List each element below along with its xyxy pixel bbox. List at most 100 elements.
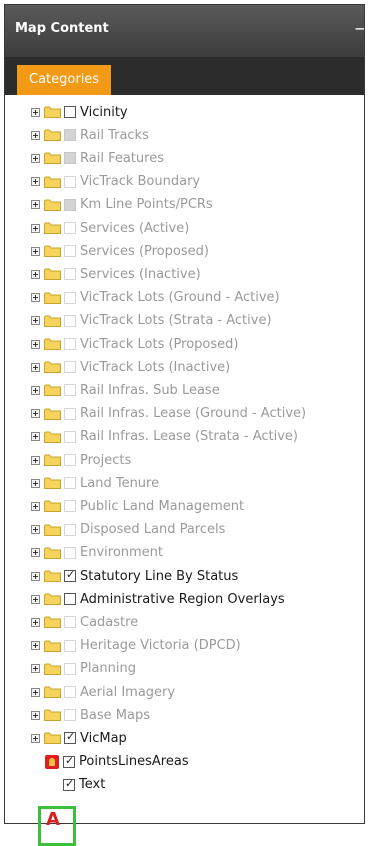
tab-categories[interactable]: Categories (17, 65, 112, 95)
tree-row: Disposed Land Parcels (15, 519, 225, 541)
layer-checkbox[interactable] (64, 338, 76, 350)
expand-icon[interactable] (31, 316, 40, 326)
tree-row: Environment (15, 542, 163, 564)
layer-checkbox[interactable] (64, 523, 76, 536)
layer-checkbox[interactable] (64, 568, 76, 582)
tree-row: VicTrack Lots (Ground - Active) (15, 287, 280, 309)
expand-icon[interactable] (31, 339, 40, 349)
layer-checkbox[interactable] (64, 314, 76, 327)
layer-checkbox[interactable] (64, 129, 76, 142)
layer-label: PointsLinesAreas (79, 754, 189, 770)
expand-icon[interactable] (31, 594, 40, 604)
layer-checkbox[interactable] (64, 454, 76, 466)
layer-label: Services (Proposed) (80, 243, 209, 259)
layer-checkbox[interactable] (64, 291, 76, 304)
layer-checkbox[interactable] (64, 361, 76, 374)
expand-icon[interactable] (31, 432, 40, 442)
expand-icon[interactable] (31, 130, 40, 140)
layer-checkbox[interactable] (64, 384, 76, 397)
folder-icon (44, 477, 61, 490)
tree-row: Rail Features (15, 147, 164, 169)
layer-label: Environment (80, 545, 164, 561)
expand-icon[interactable] (31, 200, 40, 210)
layer-checkbox[interactable] (64, 407, 76, 420)
tree-row: Base Maps (15, 704, 150, 726)
layer-checkbox[interactable] (64, 152, 76, 165)
expand-icon[interactable] (31, 153, 40, 163)
layer-label: Cadastre (80, 614, 139, 630)
layer-checkbox[interactable] (64, 430, 76, 443)
layer-label: Vicinity (80, 104, 128, 120)
layer-checkbox[interactable] (64, 709, 76, 722)
folder-icon (44, 315, 61, 327)
layer-checkbox[interactable] (64, 662, 76, 675)
expand-icon[interactable] (31, 548, 40, 558)
expand-icon[interactable] (31, 107, 40, 117)
tree-row: Cadastre (15, 611, 138, 633)
layer-checkbox[interactable] (64, 593, 76, 606)
layer-label: Rail Infras. Lease (Strata - Active) (80, 429, 298, 445)
expand-icon[interactable] (31, 501, 40, 511)
layer-label: Public Land Management (80, 498, 245, 514)
expand-icon[interactable] (31, 525, 40, 535)
layer-label: VicTrack Lots (Inactive) (80, 359, 231, 375)
folder-icon (44, 593, 61, 606)
folder-icon (44, 709, 61, 722)
expand-icon[interactable] (31, 223, 40, 233)
layer-checkbox[interactable] (64, 616, 76, 629)
layer-checkbox[interactable] (64, 198, 76, 211)
expand-icon[interactable] (31, 246, 40, 256)
layer-checkbox[interactable] (64, 106, 76, 118)
expand-icon[interactable] (31, 269, 40, 279)
layer-checkbox[interactable] (64, 268, 76, 281)
tree-row: VicTrack Lots (Strata - Active) (15, 310, 272, 332)
folder-icon (44, 640, 61, 652)
layer-label: Services (Active) (80, 220, 190, 236)
layer-checkbox[interactable] (64, 245, 76, 258)
tree-row: Rail Infras. Lease (Ground - Active) (15, 403, 306, 425)
layer-checkbox[interactable] (63, 777, 75, 791)
layer-checkbox[interactable] (64, 500, 76, 513)
layer-checkbox[interactable] (64, 730, 76, 745)
layer-label: Services (Inactive) (80, 266, 201, 282)
expand-icon[interactable] (31, 409, 40, 419)
layer-checkbox[interactable] (64, 222, 76, 234)
layer-checkbox[interactable] (64, 477, 76, 490)
layer-label: Land Tenure (80, 475, 160, 491)
expand-icon[interactable] (31, 687, 40, 697)
folder-icon (44, 384, 61, 397)
tree-row: VicMap (15, 727, 127, 749)
layer-checkbox[interactable] (64, 686, 76, 698)
layer-checkbox[interactable] (64, 175, 76, 188)
expand-icon[interactable] (31, 617, 40, 627)
tree-row: Services (Proposed) (15, 240, 209, 262)
expand-icon[interactable] (31, 710, 40, 720)
expand-icon[interactable] (31, 177, 40, 187)
expand-icon[interactable] (31, 385, 40, 395)
folder-icon (44, 547, 61, 559)
expand-icon[interactable] (31, 455, 40, 465)
layer-label: Rail Tracks (80, 127, 149, 143)
collapse-icon[interactable]: − (354, 21, 364, 37)
layer-label: Rail Features (80, 150, 164, 166)
layer-label: Heritage Victoria (DPCD) (80, 638, 241, 654)
expand-icon[interactable] (31, 733, 40, 743)
expand-icon[interactable] (31, 641, 40, 651)
layer-label: VicTrack Boundary (80, 174, 201, 190)
tree-row: Rail Infras. Sub Lease (15, 379, 220, 401)
expand-icon[interactable] (31, 293, 40, 303)
expand-icon[interactable] (31, 664, 40, 674)
folder-icon (44, 616, 61, 629)
folder-icon (44, 268, 61, 281)
layer-tree: Vicinity Rail Tracks Rail Features VicTrack… (15, 101, 364, 823)
expand-icon[interactable] (31, 571, 40, 581)
layer-label: Projects (80, 452, 132, 468)
folder-icon (44, 199, 61, 211)
layer-checkbox[interactable] (64, 639, 76, 652)
expand-icon[interactable] (31, 362, 40, 372)
folder-icon (44, 408, 61, 420)
expand-icon[interactable] (31, 478, 40, 488)
layer-checkbox[interactable] (63, 754, 75, 768)
layer-checkbox[interactable] (64, 546, 76, 559)
tree-row: Services (Active) (15, 217, 189, 239)
